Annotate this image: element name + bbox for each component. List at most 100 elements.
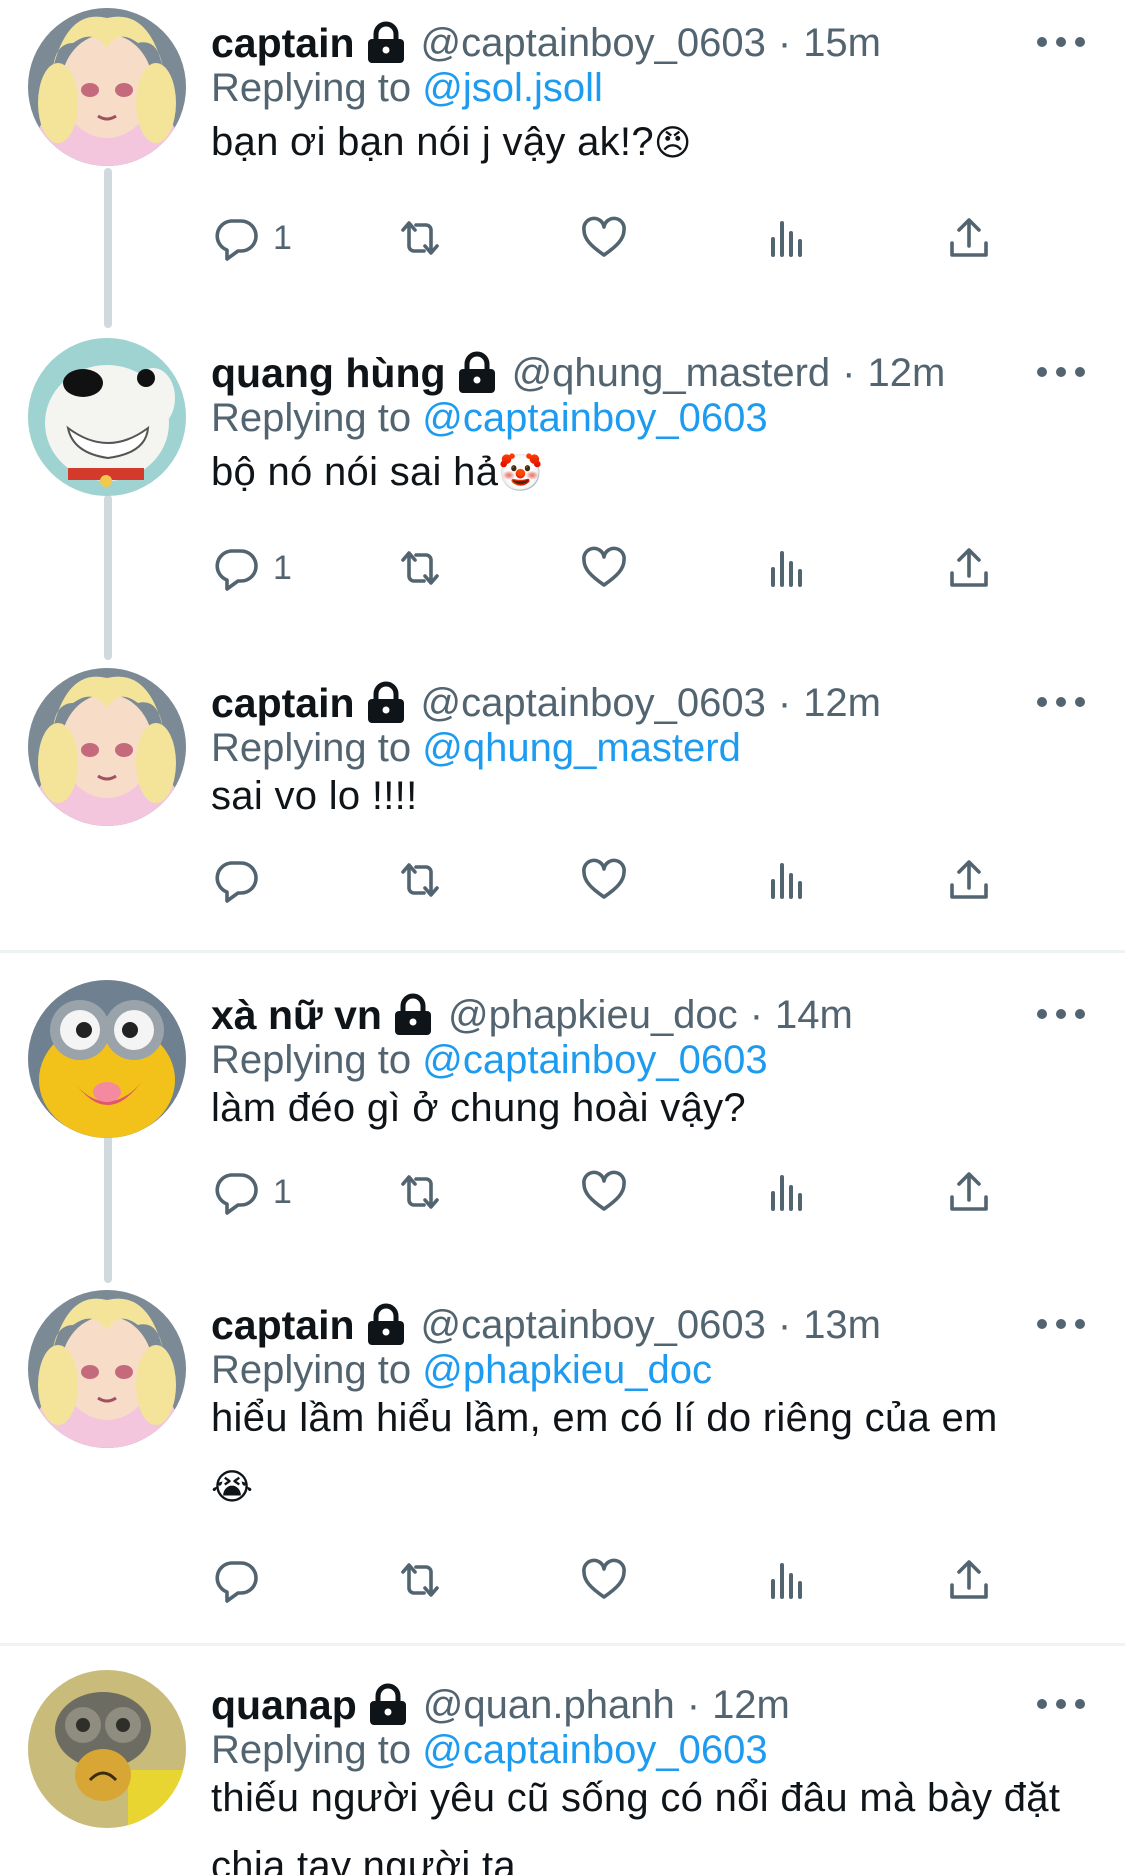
retweet-button[interactable]	[395, 1550, 445, 1610]
reply-icon	[211, 213, 261, 263]
tweet[interactable]: quanap @quan.phanh · 12m Replying to @ca…	[0, 1670, 1125, 1875]
tweet[interactable]: captain @captainboy_0603 · 15m Replying …	[0, 8, 1125, 328]
tweet-text-content: sai vo lo !!!!	[211, 774, 418, 818]
avatar[interactable]	[28, 668, 186, 826]
reply-count: 1	[273, 1172, 292, 1211]
timestamp[interactable]: 12m	[712, 1683, 790, 1728]
like-button[interactable]	[579, 850, 629, 910]
separator-dot: ·	[777, 1302, 792, 1347]
display-name[interactable]: quang hùng	[211, 350, 446, 397]
retweet-icon	[395, 1167, 445, 1217]
user-handle[interactable]: @captainboy_0603	[421, 681, 766, 726]
reply-count: 1	[273, 218, 292, 257]
reply-icon	[211, 855, 261, 905]
user-handle[interactable]: @captainboy_0603	[421, 1303, 766, 1348]
reply-button[interactable]: 1	[211, 538, 292, 598]
avatar[interactable]	[28, 8, 186, 166]
reply-icon	[211, 1555, 261, 1605]
display-name[interactable]: captain	[211, 1302, 355, 1349]
display-name[interactable]: captain	[211, 680, 355, 727]
like-button[interactable]	[579, 1550, 629, 1610]
separator-dot: ·	[777, 20, 792, 65]
tweet-text-content: thiếu người yêu cũ sống có nổi đâu mà bà…	[211, 1776, 1061, 1875]
retweet-button[interactable]	[395, 538, 445, 598]
avatar[interactable]	[28, 338, 186, 496]
tweet-actions	[211, 1550, 1011, 1610]
like-icon	[579, 1167, 629, 1217]
retweet-button[interactable]	[395, 1162, 445, 1222]
more-icon[interactable]	[1037, 352, 1085, 392]
reply-button[interactable]	[211, 850, 273, 910]
retweet-icon	[395, 213, 445, 263]
reply-button[interactable]: 1	[211, 208, 292, 268]
reply-thread: captain @captainboy_0603 · 15m Replying …	[0, 0, 1125, 1875]
emoji: 🤡	[498, 452, 544, 493]
user-handle[interactable]: @captainboy_0603	[421, 21, 766, 66]
share-button[interactable]	[944, 208, 994, 268]
more-icon[interactable]	[1037, 1684, 1085, 1724]
user-handle[interactable]: @phapkieu_doc	[448, 993, 738, 1038]
like-button[interactable]	[579, 208, 629, 268]
avatar[interactable]	[28, 980, 186, 1138]
reply-button[interactable]	[211, 1550, 273, 1610]
share-button[interactable]	[944, 1162, 994, 1222]
timestamp[interactable]: 12m	[803, 681, 881, 726]
tweet-header: quanap @quan.phanh · 12m	[211, 1680, 1041, 1730]
views-button[interactable]	[762, 208, 812, 268]
more-icon[interactable]	[1037, 682, 1085, 722]
mention-link[interactable]: @jsol.jsoll	[422, 66, 603, 110]
tweet-header: quang hùng @qhung_masterd · 12m	[211, 348, 1041, 398]
views-button[interactable]	[762, 538, 812, 598]
more-icon[interactable]	[1037, 1304, 1085, 1344]
reply-icon	[211, 1167, 261, 1217]
display-name[interactable]: captain	[211, 20, 355, 67]
separator-dot: ·	[749, 992, 764, 1037]
like-icon	[579, 855, 629, 905]
like-icon	[579, 1555, 629, 1605]
views-button[interactable]	[762, 1162, 812, 1222]
timestamp[interactable]: 12m	[867, 351, 945, 396]
reply-button[interactable]: 1	[211, 1162, 292, 1222]
avatar[interactable]	[28, 1290, 186, 1448]
retweet-icon	[395, 1555, 445, 1605]
lock-icon	[365, 21, 407, 65]
timestamp[interactable]: 14m	[775, 993, 853, 1038]
tweet[interactable]: captain @captainboy_0603 · 13m Replying …	[0, 1290, 1125, 1640]
anime-girl-avatar	[28, 668, 186, 826]
tweet-header: captain @captainboy_0603 · 15m	[211, 18, 1041, 68]
views-button[interactable]	[762, 850, 812, 910]
like-button[interactable]	[579, 1162, 629, 1222]
display-name[interactable]: quanap	[211, 1682, 357, 1729]
timestamp[interactable]: 15m	[803, 21, 881, 66]
more-icon[interactable]	[1037, 22, 1085, 62]
views-icon	[762, 855, 812, 905]
tweet[interactable]: xà nữ vn @phapkieu_doc · 14m Replying to…	[0, 980, 1125, 1280]
share-icon	[944, 213, 994, 263]
retweet-button[interactable]	[395, 850, 445, 910]
views-button[interactable]	[762, 1550, 812, 1610]
tweet-header: captain @captainboy_0603 · 12m	[211, 678, 1041, 728]
retweet-button[interactable]	[395, 208, 445, 268]
toy-figure-avatar	[28, 1670, 186, 1828]
share-button[interactable]	[944, 850, 994, 910]
like-button[interactable]	[579, 538, 629, 598]
more-icon[interactable]	[1037, 994, 1085, 1034]
tweet-text: bộ nó nói sai hả🤡	[211, 438, 1081, 507]
display-name[interactable]: xà nữ vn	[211, 992, 382, 1039]
tweet-actions	[211, 850, 1011, 910]
thread-separator	[0, 1643, 1125, 1646]
tweet-text-content: bạn ơi bạn nói j vậy ak!?	[211, 120, 654, 164]
user-handle[interactable]: @qhung_masterd	[512, 351, 831, 396]
views-icon	[762, 543, 812, 593]
share-button[interactable]	[944, 1550, 994, 1610]
tweet[interactable]: quang hùng @qhung_masterd · 12m Replying…	[0, 338, 1125, 658]
mention-link[interactable]: @captainboy_0603	[422, 396, 767, 440]
avatar[interactable]	[28, 1670, 186, 1828]
timestamp[interactable]: 13m	[803, 1303, 881, 1348]
user-handle[interactable]: @quan.phanh	[423, 1683, 675, 1728]
anime-girl-avatar	[28, 8, 186, 166]
tweet[interactable]: captain @captainboy_0603 · 12m Replying …	[0, 668, 1125, 948]
tweet-text-content: bộ nó nói sai hả	[211, 450, 499, 494]
tweet-header: captain @captainboy_0603 · 13m	[211, 1300, 1041, 1350]
share-button[interactable]	[944, 538, 994, 598]
